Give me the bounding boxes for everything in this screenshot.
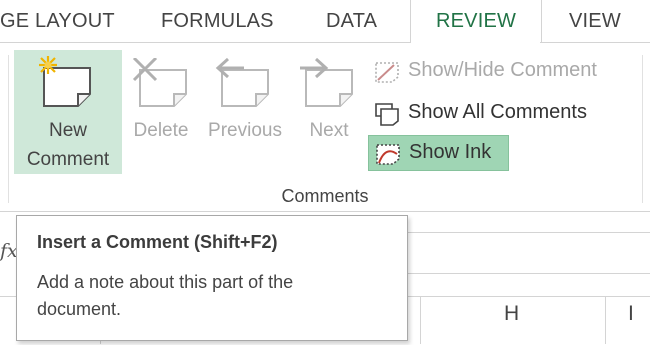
show-ink-button[interactable]: Show Ink: [368, 135, 509, 171]
show-ink-label: Show Ink: [409, 141, 492, 163]
next-comment-icon: [300, 58, 353, 107]
column-divider-2: [420, 297, 421, 344]
tooltip-description: Add a note about this part of the docume…: [37, 272, 294, 319]
show-all-comments-label: Show All Comments: [408, 101, 587, 123]
next-label: Next: [309, 120, 349, 141]
tab-page-layout[interactable]: GE LAYOUT: [0, 10, 115, 33]
tab-review[interactable]: REVIEW: [436, 10, 516, 33]
group-separator-right: [642, 55, 643, 203]
tab-data[interactable]: DATA: [326, 10, 377, 33]
column-divider-3: [605, 297, 606, 344]
ribbon-bottom-border: [0, 211, 650, 212]
column-header-h[interactable]: H: [504, 302, 519, 326]
tab-view[interactable]: VIEW: [569, 10, 621, 33]
delete-label: Delete: [133, 120, 189, 141]
comments-group-label-text: Comments: [281, 186, 369, 206]
comments-group-label: Comments: [0, 186, 650, 207]
tooltip: Insert a Comment (Shift+F2) Add a note a…: [16, 215, 408, 341]
show-all-comments-button[interactable]: Show All Comments: [368, 96, 634, 130]
column-header-i[interactable]: I: [628, 302, 634, 326]
new-comment-label-line2: Comment: [26, 149, 110, 170]
show-all-comments-icon: [375, 103, 399, 126]
delete-comment-button[interactable]: Delete: [126, 50, 196, 174]
new-comment-button[interactable]: New Comment: [14, 50, 122, 174]
ribbon-tab-bar: GE LAYOUT FORMULAS DATA REVIEW VIEW: [0, 0, 650, 43]
previous-comment-icon: [215, 58, 269, 107]
show-ink-icon: [376, 144, 400, 165]
show-hide-comment-label: Show/Hide Comment: [408, 59, 597, 81]
tooltip-title: Insert a Comment (Shift+F2): [37, 232, 278, 252]
new-comment-label-line1: New: [48, 120, 87, 141]
group-separator-left: [8, 55, 9, 203]
show-hide-comment-button[interactable]: Show/Hide Comment: [368, 54, 634, 88]
show-hide-comment-icon: [375, 62, 399, 83]
tab-formulas[interactable]: FORMULAS: [161, 10, 274, 33]
next-comment-button[interactable]: Next: [292, 50, 366, 174]
previous-label: Previous: [208, 120, 282, 141]
delete-comment-icon: [132, 58, 187, 107]
new-comment-icon: [39, 56, 91, 107]
previous-comment-button[interactable]: Previous: [200, 50, 290, 174]
